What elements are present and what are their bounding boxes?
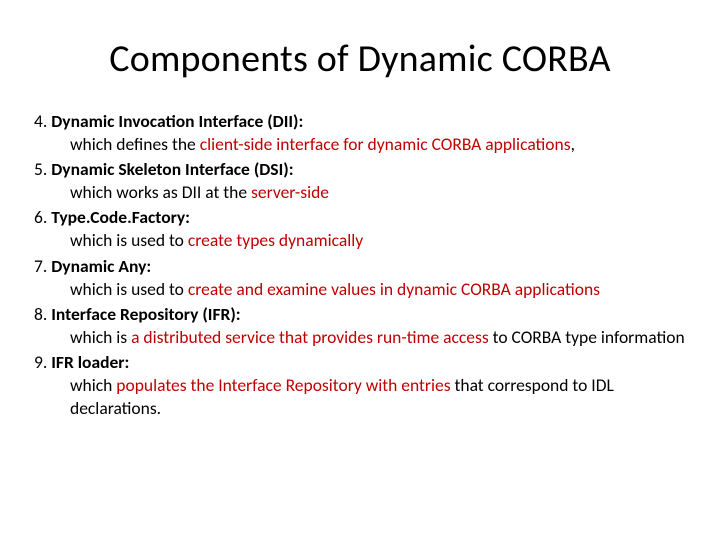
item-number: 6. (34, 206, 51, 228)
slide-title: Components of Dynamic CORBA (34, 36, 686, 82)
slide-body: 4. Dynamic Invocation Interface (DII): w… (34, 110, 686, 420)
item-term: Dynamic Invocation Interface (DII): (51, 110, 303, 132)
item-number: 4. (34, 110, 51, 132)
list-item: 4. Dynamic Invocation Interface (DII): w… (34, 110, 686, 156)
item-description: which is a distributed service that prov… (70, 326, 686, 349)
item-number: 9. (34, 351, 51, 373)
item-term: Interface Repository (IFR): (51, 303, 240, 325)
desc-highlight: populates the Interface Repository with … (116, 374, 450, 396)
desc-highlight: create types dynamically (188, 229, 363, 251)
desc-pre: which is used to (70, 229, 188, 251)
item-term: Dynamic Skeleton Interface (DSI): (51, 158, 293, 180)
item-description: which is used to create types dynamicall… (70, 229, 686, 252)
slide: Components of Dynamic CORBA 4. Dynamic I… (0, 0, 720, 540)
item-description: which defines the client-side interface … (70, 133, 686, 156)
item-number: 8. (34, 303, 51, 325)
desc-highlight: client-side interface for dynamic CORBA … (200, 133, 571, 155)
desc-pre: which is (70, 326, 131, 348)
desc-highlight: server-side (251, 181, 329, 203)
item-term: Dynamic Any: (51, 255, 151, 277)
desc-pre: which defines the (70, 133, 200, 155)
list-item: 9. IFR loader: which populates the Inter… (34, 351, 686, 420)
desc-pre: which is used to (70, 278, 188, 300)
item-number: 5. (34, 158, 51, 180)
desc-highlight: create and examine values in dynamic COR… (188, 278, 600, 300)
desc-post: , (571, 133, 575, 155)
list-item: 7. Dynamic Any: which is used to create … (34, 255, 686, 301)
item-number: 7. (34, 255, 51, 277)
desc-highlight: a distributed service that provides run-… (131, 326, 489, 348)
desc-post: to CORBA type information (489, 326, 685, 348)
item-term: Type.Code.Factory: (51, 206, 190, 228)
list-item: 6. Type.Code.Factory: which is used to c… (34, 206, 686, 252)
desc-pre: which (70, 374, 116, 396)
list-item: 5. Dynamic Skeleton Interface (DSI): whi… (34, 158, 686, 204)
item-description: which works as DII at the server-side (70, 181, 686, 204)
item-description: which populates the Interface Repository… (70, 374, 686, 420)
list-item: 8. Interface Repository (IFR): which is … (34, 303, 686, 349)
desc-pre: which works as DII at the (70, 181, 251, 203)
item-description: which is used to create and examine valu… (70, 278, 686, 301)
item-term: IFR loader: (51, 351, 129, 373)
